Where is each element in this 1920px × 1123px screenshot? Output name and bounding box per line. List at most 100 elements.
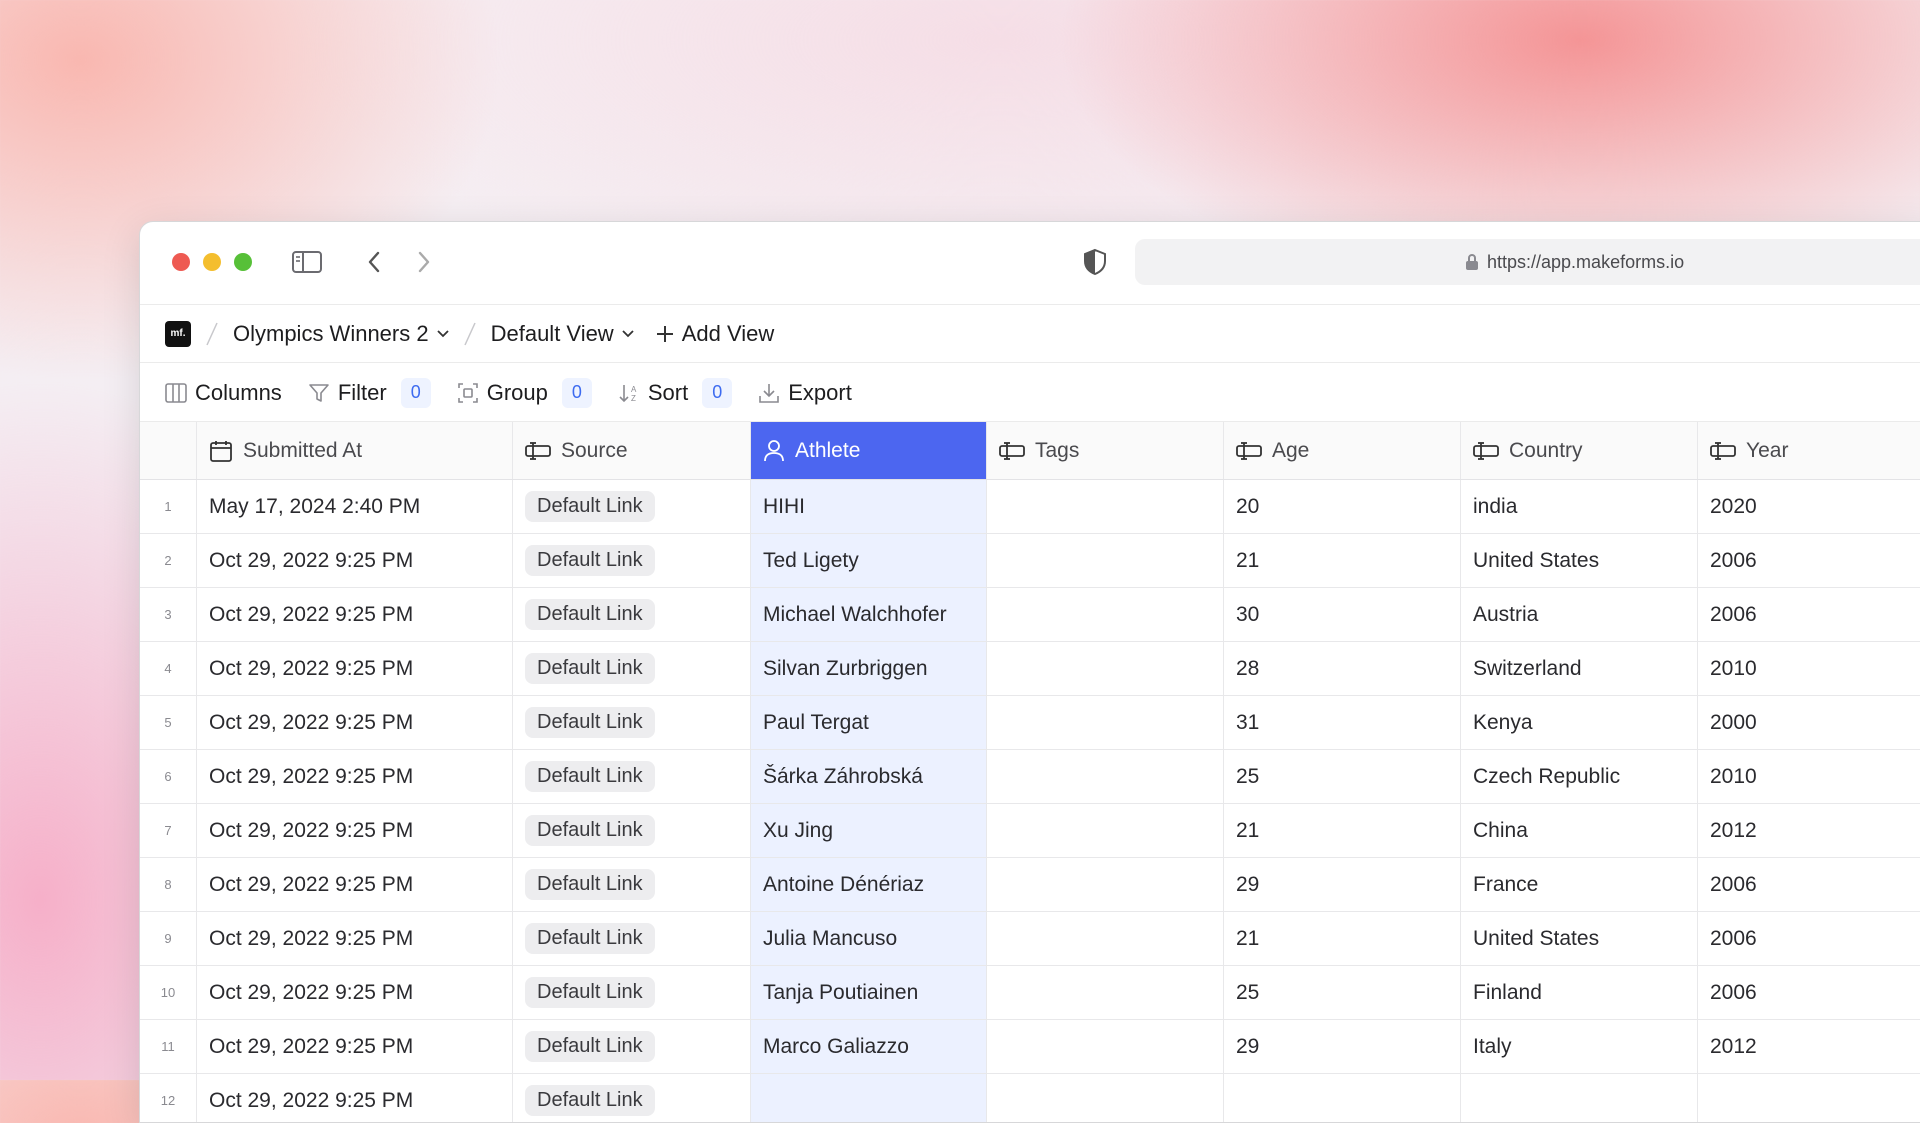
cell-country[interactable]: Finland (1461, 966, 1698, 1019)
cell-submitted-at[interactable]: Oct 29, 2022 9:25 PM (197, 750, 513, 803)
cell-country[interactable]: Kenya (1461, 696, 1698, 749)
table-row[interactable]: 4 Oct 29, 2022 9:25 PM Default Link Silvan … (140, 642, 1920, 696)
cell-year[interactable]: 2020 (1698, 480, 1920, 533)
cell-country[interactable]: Switzerland (1461, 642, 1698, 695)
cell-year[interactable]: 2006 (1698, 912, 1920, 965)
table-row[interactable]: 10 Oct 29, 2022 9:25 PM Default Link Tanja … (140, 966, 1920, 1020)
cell-athlete[interactable]: Michael Walchhofer (751, 588, 987, 641)
row-number[interactable]: 11 (140, 1020, 197, 1073)
row-number[interactable]: 5 (140, 696, 197, 749)
row-number[interactable]: 1 (140, 480, 197, 533)
cell-age[interactable]: 28 (1224, 642, 1461, 695)
cell-country[interactable]: Italy (1461, 1020, 1698, 1073)
cell-year[interactable]: 2006 (1698, 534, 1920, 587)
cell-athlete[interactable]: Silvan Zurbriggen (751, 642, 987, 695)
cell-year[interactable]: 2010 (1698, 750, 1920, 803)
app-logo[interactable]: mf. (165, 320, 191, 347)
cell-submitted-at[interactable]: Oct 29, 2022 9:25 PM (197, 912, 513, 965)
row-number[interactable]: 7 (140, 804, 197, 857)
column-header-athlete[interactable]: Athlete (751, 422, 987, 479)
cell-year[interactable]: 2006 (1698, 588, 1920, 641)
maximize-window-button[interactable] (234, 253, 252, 271)
form-selector[interactable]: Olympics Winners 2 (233, 321, 449, 347)
cell-age[interactable]: 31 (1224, 696, 1461, 749)
table-row[interactable]: 11 Oct 29, 2022 9:25 PM Default Link Marco … (140, 1020, 1920, 1074)
cell-country[interactable]: india (1461, 480, 1698, 533)
table-row[interactable]: 1 May 17, 2024 2:40 PM Default Link HIHI 20 i… (140, 480, 1920, 534)
cell-source[interactable]: Default Link (513, 858, 751, 911)
cell-athlete[interactable]: HIHI (751, 480, 987, 533)
column-header-age[interactable]: Age (1224, 422, 1461, 479)
cell-age[interactable]: 25 (1224, 750, 1461, 803)
sort-button[interactable]: AZ Sort 0 (618, 377, 733, 408)
cell-tags[interactable] (987, 966, 1224, 1019)
view-selector[interactable]: Default View (491, 321, 634, 347)
cell-source[interactable]: Default Link (513, 534, 751, 587)
column-header-tags[interactable]: Tags (987, 422, 1224, 479)
sidebar-icon[interactable] (291, 246, 323, 278)
cell-country[interactable]: United States (1461, 534, 1698, 587)
chevron-left-icon[interactable] (358, 246, 390, 278)
cell-country[interactable]: United States (1461, 912, 1698, 965)
cell-source[interactable]: Default Link (513, 750, 751, 803)
cell-source[interactable]: Default Link (513, 1074, 751, 1122)
cell-tags[interactable] (987, 804, 1224, 857)
cell-age[interactable] (1224, 1074, 1461, 1122)
cell-source[interactable]: Default Link (513, 966, 751, 1019)
cell-age[interactable]: 29 (1224, 1020, 1461, 1073)
cell-source[interactable]: Default Link (513, 696, 751, 749)
column-header-source[interactable]: Source (513, 422, 751, 479)
cell-submitted-at[interactable]: Oct 29, 2022 9:25 PM (197, 696, 513, 749)
cell-country[interactable]: France (1461, 858, 1698, 911)
cell-country[interactable]: China (1461, 804, 1698, 857)
cell-tags[interactable] (987, 858, 1224, 911)
cell-athlete[interactable]: Julia Mancuso (751, 912, 987, 965)
row-number[interactable]: 4 (140, 642, 197, 695)
cell-submitted-at[interactable]: Oct 29, 2022 9:25 PM (197, 534, 513, 587)
cell-year[interactable] (1698, 1074, 1920, 1122)
cell-submitted-at[interactable]: Oct 29, 2022 9:25 PM (197, 804, 513, 857)
cell-age[interactable]: 21 (1224, 912, 1461, 965)
group-button[interactable]: Group 0 (457, 377, 592, 408)
cell-tags[interactable] (987, 1020, 1224, 1073)
table-row[interactable]: 2 Oct 29, 2022 9:25 PM Default Link Ted Lig… (140, 534, 1920, 588)
cell-year[interactable]: 2006 (1698, 858, 1920, 911)
cell-athlete[interactable]: Šárka Záhrobská (751, 750, 987, 803)
cell-athlete[interactable]: Paul Tergat (751, 696, 987, 749)
export-button[interactable]: Export (758, 380, 852, 406)
cell-submitted-at[interactable]: Oct 29, 2022 9:25 PM (197, 1020, 513, 1073)
cell-year[interactable]: 2010 (1698, 642, 1920, 695)
cell-tags[interactable] (987, 750, 1224, 803)
cell-tags[interactable] (987, 1074, 1224, 1122)
cell-year[interactable]: 2006 (1698, 966, 1920, 1019)
cell-age[interactable]: 29 (1224, 858, 1461, 911)
close-window-button[interactable] (172, 253, 190, 271)
cell-source[interactable]: Default Link (513, 1020, 751, 1073)
columns-button[interactable]: Columns (165, 380, 282, 406)
cell-submitted-at[interactable]: Oct 29, 2022 9:25 PM (197, 642, 513, 695)
cell-athlete[interactable] (751, 1074, 987, 1122)
cell-athlete[interactable]: Marco Galiazzo (751, 1020, 987, 1073)
cell-athlete[interactable]: Tanja Poutiainen (751, 966, 987, 1019)
cell-country[interactable]: Austria (1461, 588, 1698, 641)
cell-tags[interactable] (987, 642, 1224, 695)
row-number[interactable]: 6 (140, 750, 197, 803)
cell-athlete[interactable]: Ted Ligety (751, 534, 987, 587)
cell-tags[interactable] (987, 534, 1224, 587)
cell-tags[interactable] (987, 696, 1224, 749)
table-row[interactable]: 12 Oct 29, 2022 9:25 PM Default Link (140, 1074, 1920, 1122)
row-number[interactable]: 10 (140, 966, 197, 1019)
cell-age[interactable]: 20 (1224, 480, 1461, 533)
row-number[interactable]: 8 (140, 858, 197, 911)
cell-age[interactable]: 21 (1224, 804, 1461, 857)
cell-athlete[interactable]: Antoine Dénériaz (751, 858, 987, 911)
column-header-submitted-at[interactable]: Submitted At (197, 422, 513, 479)
cell-tags[interactable] (987, 912, 1224, 965)
cell-age[interactable]: 25 (1224, 966, 1461, 1019)
cell-country[interactable]: Czech Republic (1461, 750, 1698, 803)
table-row[interactable]: 8 Oct 29, 2022 9:25 PM Default Link Antoine… (140, 858, 1920, 912)
column-header-year[interactable]: Year (1698, 422, 1920, 479)
chevron-right-icon[interactable] (408, 246, 440, 278)
cell-source[interactable]: Default Link (513, 588, 751, 641)
cell-country[interactable] (1461, 1074, 1698, 1122)
